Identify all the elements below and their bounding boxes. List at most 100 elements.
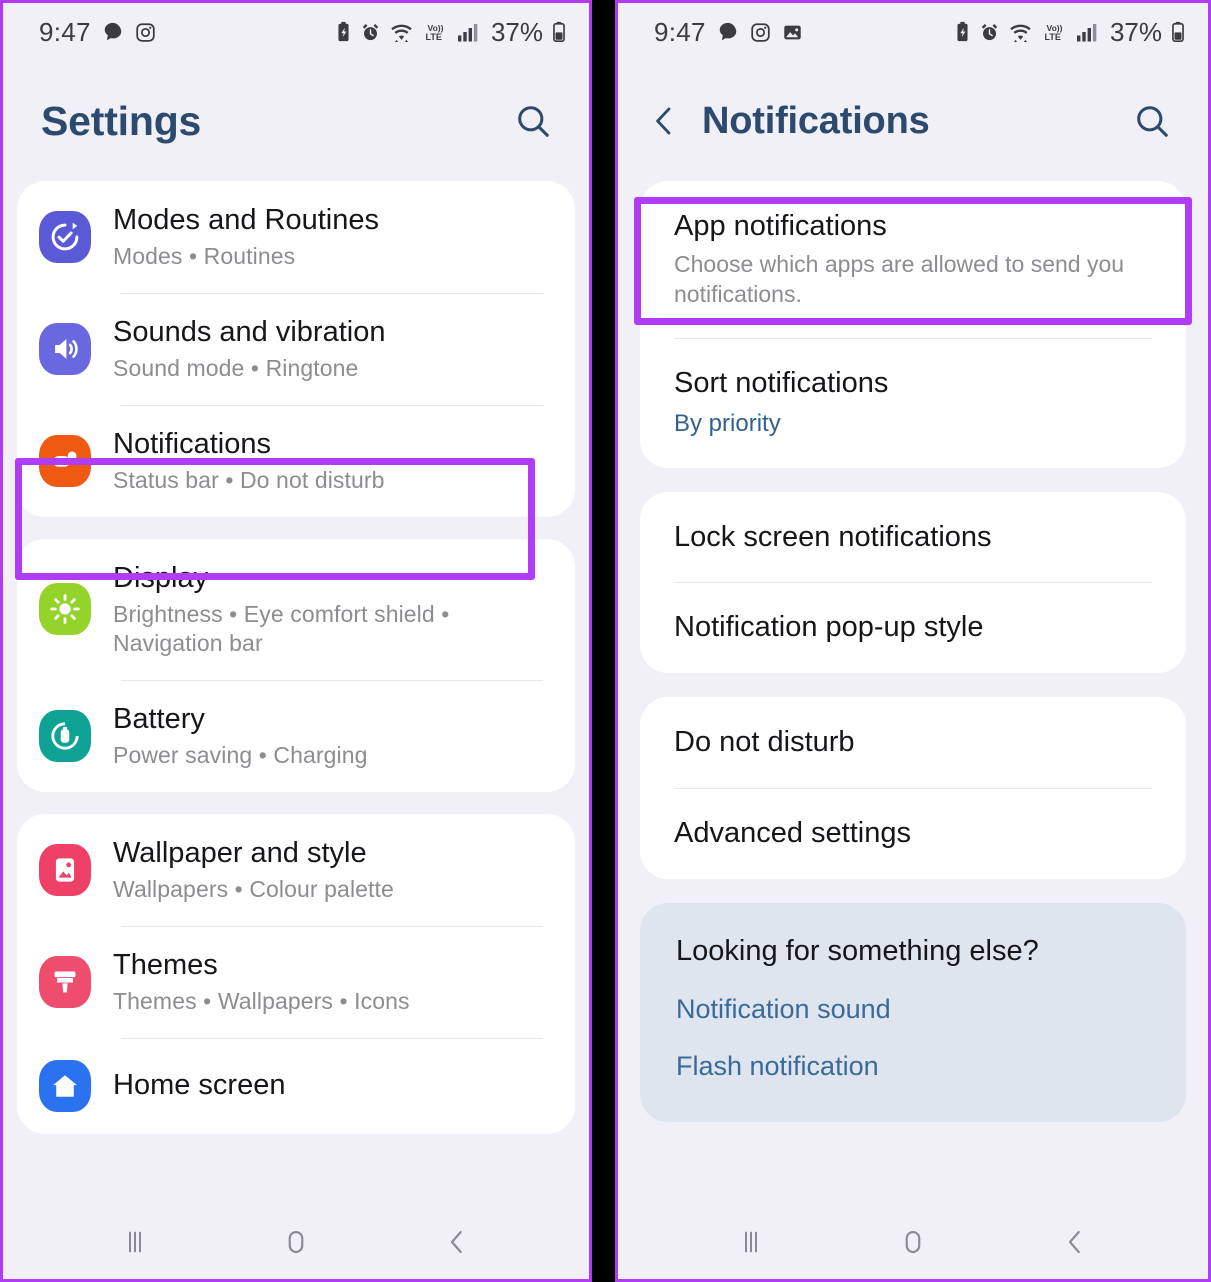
looking-for-something-else-card: Looking for something else? Notification…	[640, 902, 1186, 1122]
settings-row-title: Sounds and vibration	[113, 315, 386, 348]
settings-row-subtitle: Wallpapers • Colour palette	[113, 875, 394, 902]
settings-list[interactable]: Modes and Routines Modes • Routines Soun…	[3, 181, 589, 1205]
recents-icon[interactable]	[103, 1217, 167, 1267]
svg-text:LTE: LTE	[1044, 32, 1060, 42]
settings-row-notifications[interactable]: Notifications Status bar • Do not distur…	[17, 404, 575, 517]
notifications-group-1: App notifications Choose which apps are …	[640, 181, 1186, 468]
row-advanced-settings[interactable]: Advanced settings	[640, 787, 1186, 879]
settings-row-texts: Modes and Routines Modes • Routines	[113, 203, 379, 271]
row-notification-popup-style[interactable]: Notification pop-up style	[640, 582, 1186, 673]
back-chevron-icon[interactable]	[644, 99, 684, 143]
status-bar-left-icons: 9:47	[39, 17, 156, 48]
settings-row-title: Wallpaper and style	[113, 836, 367, 869]
row-title: Do not disturb	[674, 726, 855, 759]
settings-row-sounds-and-vibration[interactable]: Sounds and vibration Sound mode • Ringto…	[17, 292, 575, 405]
status-bar-clock: 9:47	[654, 16, 706, 47]
settings-row-texts: Notifications Status bar • Do not distur…	[113, 427, 385, 495]
settings-row-title: Home screen	[113, 1069, 286, 1102]
settings-row-texts: Sounds and vibration Sound mode • Ringto…	[113, 315, 385, 383]
signal-bars-icon	[1076, 22, 1098, 43]
settings-row-themes[interactable]: Themes Themes • Wallpapers • Icons	[17, 925, 575, 1038]
status-bar-right: 9:47 Vo)) LTE 37%	[618, 3, 1208, 61]
row-title: App notifications	[674, 210, 887, 242]
sound-icon	[39, 322, 91, 375]
instagram-icon	[135, 22, 156, 43]
battery-saver-icon	[335, 21, 352, 43]
recents-icon[interactable]	[719, 1217, 783, 1267]
settings-row-subtitle: Themes • Wallpapers • Icons	[113, 987, 410, 1014]
settings-group-1: Modes and Routines Modes • Routines Soun…	[17, 181, 575, 517]
display-brightness-icon	[39, 583, 91, 636]
settings-row-wallpaper-and-style[interactable]: Wallpaper and style Wallpapers • Colour …	[17, 814, 575, 926]
battery-percent-label: 37%	[1109, 16, 1162, 47]
settings-group-3: Wallpaper and style Wallpapers • Colour …	[17, 813, 575, 1134]
row-do-not-disturb[interactable]: Do not disturb	[640, 697, 1186, 788]
settings-row-subtitle: Power saving • Charging	[113, 741, 368, 768]
settings-row-title: Notifications	[113, 427, 271, 460]
status-bar-right-icons: Vo)) LTE 37%	[335, 17, 567, 48]
alarm-icon	[360, 22, 381, 43]
right-phone-panel: 9:47 Vo)) LTE 37% Notifications App noti…	[615, 0, 1211, 1282]
notifications-list[interactable]: App notifications Choose which apps are …	[618, 181, 1208, 1205]
panel-divider	[592, 0, 615, 1282]
settings-row-title: Display	[113, 561, 209, 594]
settings-row-title: Themes	[113, 948, 218, 981]
link-notification-sound[interactable]: Notification sound	[676, 994, 1150, 1025]
settings-row-title: Modes and Routines	[113, 204, 379, 236]
instagram-icon	[750, 22, 771, 43]
status-bar-clock: 9:47	[39, 16, 91, 47]
settings-row-battery[interactable]: Battery Power saving • Charging	[17, 679, 575, 792]
row-lock-screen-notifications[interactable]: Lock screen notifications	[640, 492, 1186, 583]
row-title: Sort notifications	[674, 366, 889, 399]
info-card-title: Looking for something else?	[676, 934, 1039, 967]
chat-bubble-icon	[717, 21, 739, 43]
battery-icon	[551, 21, 567, 43]
signal-bars-icon	[457, 22, 479, 43]
settings-row-home-screen[interactable]: Home screen	[17, 1037, 575, 1134]
home-icon[interactable]	[881, 1217, 945, 1267]
settings-app-bar: Settings	[3, 61, 589, 181]
settings-row-texts: Home screen	[113, 1068, 285, 1102]
link-flash-notification[interactable]: Flash notification	[676, 1051, 1150, 1082]
left-phone-panel: 9:47 Vo)) LTE 37% Settings Modes and Rou…	[0, 0, 592, 1282]
home-screen-icon	[39, 1059, 91, 1112]
alarm-icon	[979, 22, 1000, 43]
notifications-app-bar: Notifications	[618, 61, 1208, 181]
row-title: Advanced settings	[674, 816, 911, 849]
home-icon[interactable]	[264, 1217, 328, 1267]
wifi-icon	[1008, 22, 1033, 43]
status-bar-left-icons: 9:47	[654, 17, 803, 48]
search-icon[interactable]	[507, 95, 559, 147]
notifications-group-2: Lock screen notifications Notification p…	[640, 491, 1186, 674]
settings-row-texts: Display Brightness • Eye comfort shield …	[113, 561, 551, 658]
back-icon[interactable]	[1043, 1217, 1107, 1267]
dual-phone-screenshot: 9:47 Vo)) LTE 37% Settings Modes and Rou…	[0, 0, 1211, 1282]
settings-row-texts: Wallpaper and style Wallpapers • Colour …	[113, 836, 394, 904]
settings-row-title: Battery	[113, 702, 205, 735]
settings-row-subtitle: Brightness • Eye comfort shield • Naviga…	[113, 601, 450, 656]
notifications-icon	[39, 434, 91, 487]
row-sort-notifications[interactable]: Sort notifications By priority	[640, 337, 1186, 468]
themes-brush-icon	[39, 955, 91, 1008]
volte-icon: Vo)) LTE	[1041, 21, 1068, 43]
row-value: By priority	[674, 410, 781, 438]
row-description: Choose which apps are allowed to send yo…	[674, 250, 1125, 307]
settings-row-modes-and-routines[interactable]: Modes and Routines Modes • Routines	[17, 181, 575, 293]
notifications-group-3: Do not disturb Advanced settings	[640, 697, 1186, 879]
row-app-notifications[interactable]: App notifications Choose which apps are …	[640, 181, 1186, 338]
status-bar-right-icons: Vo)) LTE 37%	[954, 17, 1186, 48]
page-title: Settings	[41, 97, 202, 144]
settings-row-subtitle: Sound mode • Ringtone	[113, 355, 359, 382]
settings-group-2: Display Brightness • Eye comfort shield …	[17, 538, 575, 792]
battery-saver-icon	[954, 21, 971, 43]
status-bar-left: 9:47 Vo)) LTE 37%	[3, 3, 589, 61]
svg-text:LTE: LTE	[425, 32, 441, 42]
settings-row-subtitle: Status bar • Do not disturb	[113, 467, 385, 494]
search-icon[interactable]	[1126, 95, 1178, 147]
battery-icon	[1170, 21, 1186, 43]
back-icon[interactable]	[425, 1217, 489, 1267]
settings-row-display[interactable]: Display Brightness • Eye comfort shield …	[17, 539, 575, 680]
modes-routines-icon	[39, 210, 91, 263]
row-title: Lock screen notifications	[674, 520, 992, 553]
row-title: Notification pop-up style	[674, 611, 984, 644]
